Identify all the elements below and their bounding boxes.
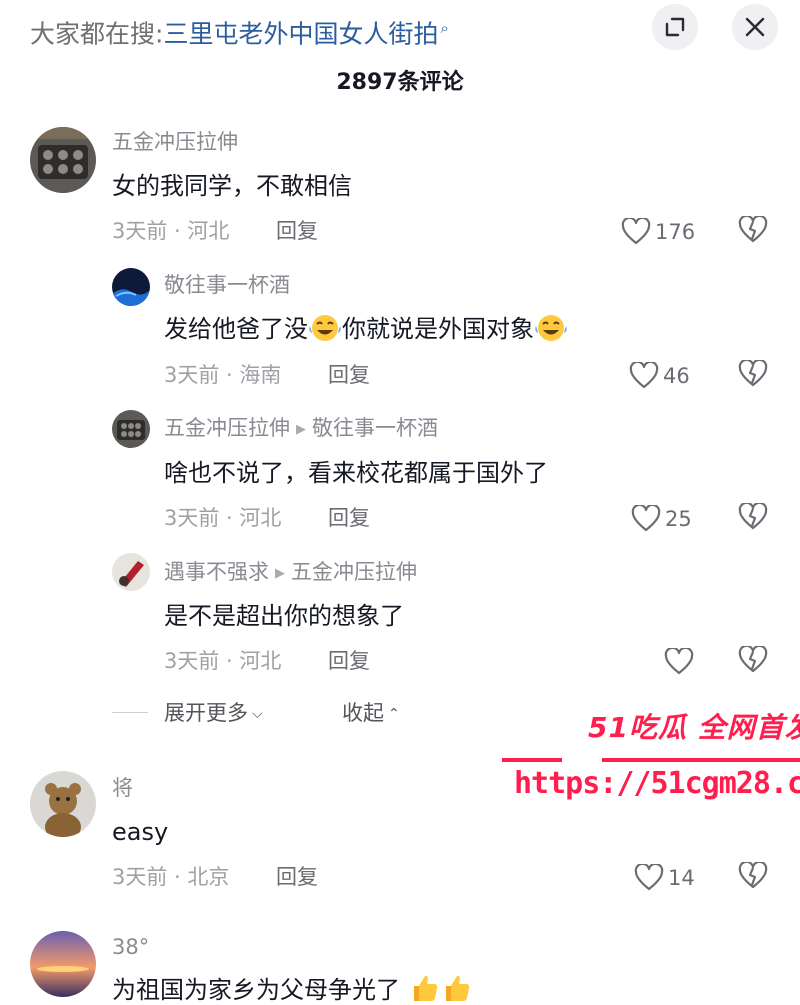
avatar[interactable] <box>112 268 150 306</box>
comment-text: 啥也不说了，看来校花都属于国外了 <box>164 459 548 487</box>
comment-text: 发给他爸了没 你就说是外国对象 <box>164 311 568 353</box>
search-suggestion[interactable]: 大家都在搜:三里屯老外中国女人街拍 ⌕ <box>30 10 449 52</box>
close-icon <box>745 17 765 37</box>
crying-laughing-emoji <box>534 313 568 353</box>
comment-text: 女的我同学，不敢相信 <box>112 172 352 200</box>
search-icon: ⌕ <box>440 19 449 37</box>
dislike-button[interactable] <box>738 860 768 890</box>
thread-controls: 展开更多 ⌵ 收起 ⌃ <box>112 698 512 728</box>
comment-count: 2897条评论 <box>336 70 464 95</box>
close-button[interactable] <box>732 4 778 50</box>
broken-heart-icon <box>738 644 768 673</box>
expand-more-label: 展开更多 <box>164 701 248 725</box>
like-button[interactable] <box>664 646 698 677</box>
dislike-button[interactable] <box>738 358 768 388</box>
dislike-button[interactable] <box>738 501 768 531</box>
like-button[interactable]: 14 <box>634 862 695 893</box>
like-count: 25 <box>665 507 692 531</box>
like-count: 14 <box>668 866 695 890</box>
reply-button[interactable]: 回复 <box>328 503 370 533</box>
collapse-button[interactable]: 收起 ⌃ <box>342 698 400 729</box>
like-count: 176 <box>655 220 696 244</box>
avatar[interactable] <box>30 127 96 193</box>
dislike-button[interactable] <box>738 214 768 244</box>
expand-more-button[interactable]: 展开更多 ⌵ <box>164 698 263 729</box>
crying-laughing-emoji <box>308 313 342 353</box>
watermark-divider <box>502 758 800 762</box>
broken-heart-icon <box>738 501 768 530</box>
watermark-title: 51吃瓜 全网首发 <box>588 711 800 744</box>
avatar[interactable] <box>112 410 150 448</box>
thumbs-up-emoji <box>408 972 440 1005</box>
chevron-up-icon: ⌃ <box>388 706 400 722</box>
chevron-down-icon: ⌵ <box>252 706 263 722</box>
like-button[interactable]: 25 <box>631 503 692 534</box>
reply-button[interactable]: 回复 <box>276 216 318 246</box>
comment-username[interactable]: 38° <box>112 932 149 962</box>
heart-icon <box>634 862 664 891</box>
comment-text: 是不是超出你的想象了 <box>164 602 404 630</box>
comment-meta: 3天前 · 河北 <box>164 649 282 673</box>
comment-text-part: 你就说是外国对象 <box>342 315 534 343</box>
broken-heart-icon <box>738 860 768 889</box>
comment-username[interactable]: 五金冲压拉伸 <box>112 127 238 157</box>
search-suggestion-keyword[interactable]: 三里屯老外中国女人街拍 <box>163 19 438 48</box>
comment-meta: 3天前 · 河北 <box>164 506 282 530</box>
dislike-button[interactable] <box>738 644 768 674</box>
reply-arrow-icon: ▶ <box>296 422 306 437</box>
reply-button[interactable]: 回复 <box>276 862 318 892</box>
thumbs-up-emoji <box>440 972 472 1005</box>
search-suggestion-prefix: 大家都在搜: <box>30 19 164 49</box>
top-bar: 大家都在搜:三里屯老外中国女人街拍 ⌕ <box>0 0 800 60</box>
comment-text: 为祖国为家乡为父母争光了 <box>112 972 472 1005</box>
comment-text-part: 发给他爸了没 <box>164 315 308 343</box>
heart-icon <box>621 216 651 245</box>
avatar[interactable] <box>112 553 150 591</box>
broken-heart-icon <box>738 358 768 387</box>
reply-button[interactable]: 回复 <box>328 646 370 676</box>
comment-username[interactable]: 五金冲压拉伸 ▶ 敬往事一杯酒 <box>164 413 438 445</box>
avatar[interactable] <box>30 771 96 837</box>
heart-icon <box>631 503 661 532</box>
heart-icon <box>664 646 694 675</box>
reply-arrow-icon: ▶ <box>275 566 285 581</box>
collapse-label: 收起 <box>342 701 384 725</box>
heart-icon <box>629 360 659 389</box>
comment-meta: 3天前 · 北京 <box>112 865 230 889</box>
avatar[interactable] <box>30 931 96 997</box>
divider <box>112 712 148 713</box>
expand-button[interactable] <box>652 4 698 50</box>
reply-author[interactable]: 遇事不强求 <box>164 560 269 584</box>
comment-text-part: 为祖国为家乡为父母争光了 <box>112 976 400 1004</box>
like-count: 46 <box>663 364 690 388</box>
watermark-url: https://51cgm28.com <box>514 766 800 801</box>
watermark: 51吃瓜 全网首发 https://51cgm28.com <box>502 706 800 810</box>
like-button[interactable]: 46 <box>629 360 690 391</box>
reply-target[interactable]: 五金冲压拉伸 <box>291 560 417 584</box>
comment-meta: 3天前 · 海南 <box>164 363 282 387</box>
reply-button[interactable]: 回复 <box>328 360 370 390</box>
reply-target[interactable]: 敬往事一杯酒 <box>312 416 438 440</box>
comment-username[interactable]: 遇事不强求 ▶ 五金冲压拉伸 <box>164 557 417 589</box>
comment-username[interactable]: 将 <box>112 773 133 803</box>
comment-text: easy <box>112 818 169 846</box>
expand-icon <box>665 17 685 37</box>
like-button[interactable]: 176 <box>621 216 695 247</box>
reply-author[interactable]: 五金冲压拉伸 <box>164 416 290 440</box>
broken-heart-icon <box>738 214 768 243</box>
comment-username[interactable]: 敬往事一杯酒 <box>164 270 290 300</box>
comment-meta: 3天前 · 河北 <box>112 219 230 243</box>
